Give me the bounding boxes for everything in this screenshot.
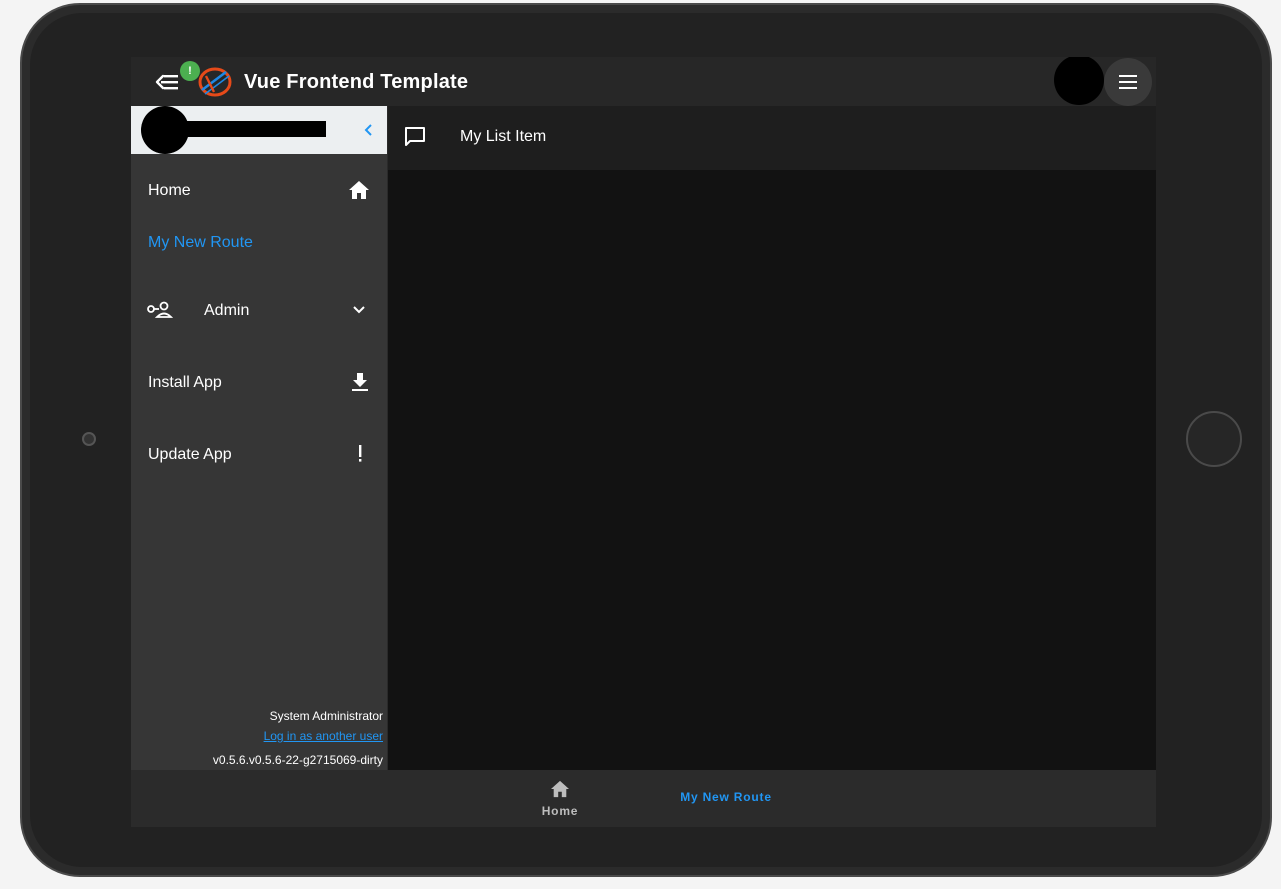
chevron-down-icon[interactable] <box>349 302 369 323</box>
home-icon <box>551 780 569 798</box>
avatar[interactable] <box>141 106 189 154</box>
sidebar-item-admin[interactable]: Admin <box>131 290 387 330</box>
bottom-nav-label: My New Route <box>680 790 772 804</box>
app-screen: ! Vue Frontend Template Home My New Rout… <box>131 57 1156 827</box>
bottom-nav-label: Home <box>541 804 579 818</box>
sidebar-item-label: Home <box>148 182 191 199</box>
navigation-drawer: Home My New Route Admin Install App Upda… <box>131 106 388 770</box>
sidebar-item-update-app[interactable]: Update App <box>131 434 387 474</box>
chevron-left-icon[interactable] <box>359 120 379 140</box>
avatar[interactable] <box>1054 57 1104 105</box>
app-bar: ! Vue Frontend Template <box>131 57 1156 106</box>
hamburger-icon <box>1119 75 1137 89</box>
list-item-header[interactable]: My List Item <box>388 106 1156 170</box>
sidebar-item-label: Update App <box>148 446 232 463</box>
main-content-area <box>388 170 1156 770</box>
download-icon <box>350 372 370 397</box>
sidebar-item-my-new-route[interactable]: My New Route <box>131 222 387 262</box>
sidebar-item-label: Admin <box>204 302 250 319</box>
sidebar-item-home[interactable]: Home <box>131 170 387 210</box>
app-logo <box>196 64 234 100</box>
login-link-wrap: Log in as another user <box>264 729 383 743</box>
user-role: System Administrator <box>269 709 383 723</box>
bottom-navigation: Home My New Route <box>131 770 1156 827</box>
list-item-title: My List Item <box>460 128 547 145</box>
menu-open-icon[interactable] <box>155 69 183 95</box>
account-key-icon <box>147 300 174 325</box>
bottom-nav-home[interactable]: Home <box>531 780 589 818</box>
sidebar-item-label: My New Route <box>148 234 253 251</box>
device-home-button[interactable] <box>1186 411 1242 467</box>
home-icon <box>348 180 370 205</box>
hamburger-button[interactable] <box>1104 58 1152 106</box>
sidebar-item-label: Install App <box>148 374 222 391</box>
message-icon <box>404 126 426 153</box>
login-as-another-user-link[interactable]: Log in as another user <box>264 729 383 743</box>
app-version: v0.5.6.v0.5.6-22-g2715069-dirty <box>212 753 383 767</box>
sidebar-item-install-app[interactable]: Install App <box>131 362 387 402</box>
camera-icon <box>82 432 96 446</box>
drawer-user-header <box>131 106 387 154</box>
bottom-nav-my-new-route[interactable]: My New Route <box>671 790 781 804</box>
app-title: Vue Frontend Template <box>244 71 469 93</box>
exclamation-icon <box>357 444 363 469</box>
